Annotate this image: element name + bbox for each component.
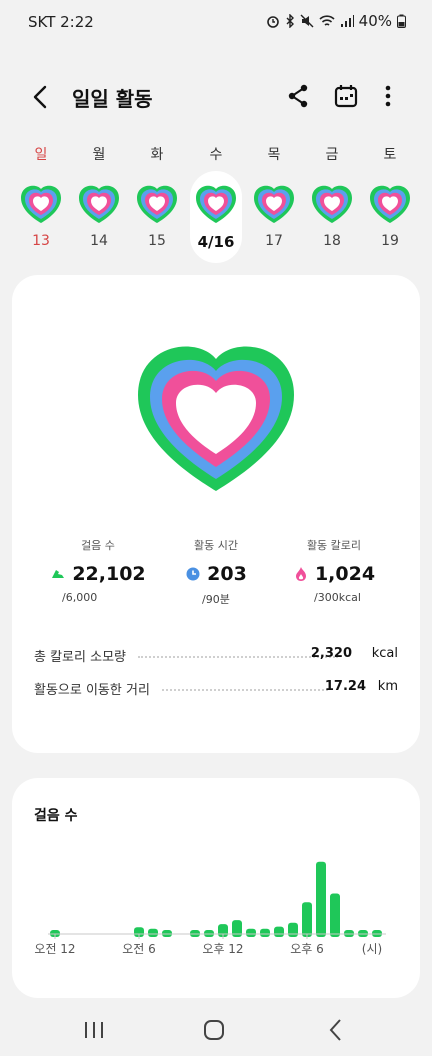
calendar-icon[interactable] [332,82,360,110]
day-1[interactable]: 월 14 [73,140,125,264]
day-0[interactable]: 일 13 [15,140,67,264]
distance-row: 활동으로 이동한 거리 17.24 km [34,679,398,699]
day-name: 목 [267,147,281,163]
total-calories-value: 2,320 [310,646,352,661]
steps-bar-hour-8 [162,929,172,937]
calories-stat[interactable]: 활동 칼로리 1,024 /300kcal [274,537,394,604]
system-nav-bar [0,1004,432,1056]
day-name: 월 [92,147,106,163]
mute-icon [300,14,314,28]
day-name: 화 [150,147,164,163]
clock-icon [186,567,200,581]
day-name: 일 [34,147,48,163]
day-heart-icon [254,185,294,223]
week-selector: 일 13 월 14 화 15 수 4/16 목 17 금 18 토 19 [0,140,432,268]
steps-goal: /6,000 [62,591,98,604]
steps-bar-hour-15 [260,928,270,937]
active-time-label: 활동 시간 [194,539,238,552]
active-time-goal: /90분 [202,593,230,606]
day-heart-icon [312,185,352,223]
x-tick-label: 오전 12 [34,942,75,956]
distance-value: 17.24 [324,679,366,694]
day-date: 18 [323,233,341,249]
back-icon[interactable] [26,82,56,112]
dotted-leader [162,689,328,691]
day-date: 13 [32,233,50,249]
day-name: 금 [325,147,339,163]
nav-back-icon[interactable] [320,1014,352,1046]
day-2[interactable]: 화 15 [131,140,183,264]
x-tick-label: 오전 6 [122,942,156,956]
total-calories-row: 총 칼로리 소모량 2,320 kcal [34,646,398,666]
day-name: 토 [383,147,397,163]
distance-label: 활동으로 이동한 거리 [34,683,150,698]
steps-bar-hour-17 [288,922,298,937]
status-time: SKT 2:22 [28,13,94,31]
signal-icon [340,15,354,27]
day-date: 4/16 [197,233,235,251]
steps-bar-hour-16 [274,926,284,937]
day-date: 19 [381,233,399,249]
day-3[interactable]: 수 4/16 [190,147,242,263]
day-4[interactable]: 목 17 [248,140,300,264]
dotted-leader [138,656,338,658]
more-icon[interactable] [374,82,402,110]
calories-goal: /300kcal [314,591,361,604]
share-icon[interactable] [284,82,312,110]
day-6[interactable]: 토 19 [364,140,416,264]
recent-apps-icon[interactable] [78,1014,110,1046]
steps-label: 걸음 수 [81,539,115,552]
day-heart-icon [79,185,119,223]
activity-summary-card: 걸음 수 22,102 /6,000 활동 시간 203 /90분 활동 칼로리… [12,275,420,753]
day-date: 15 [148,233,166,249]
x-tick-label: (시) [362,942,382,956]
day-5[interactable]: 금 18 [306,140,358,264]
steps-bar-hour-19 [316,861,326,937]
calories-value: 1,024 [314,563,376,585]
home-icon[interactable] [198,1014,230,1046]
activity-rings-heart-icon [138,346,294,491]
x-tick-label: 오후 12 [202,942,243,956]
distance-unit: km [377,679,398,694]
battery-percent: 40% [358,12,392,30]
steps-bar-hour-7 [148,928,158,937]
hourly-steps-chart: 오전 12 오전 6 오후 12 오후 6 (시) [34,861,386,956]
total-calories-label: 총 칼로리 소모량 [34,650,126,665]
steps-value: 22,102 [72,563,146,585]
alarm-icon [266,16,279,28]
app-header: 일일 활동 [0,70,432,122]
steps-bar-hour-20 [330,893,340,937]
day-date: 14 [90,233,108,249]
day-heart-icon [370,185,410,223]
shoe-icon [52,570,65,578]
day-heart-icon [196,185,236,223]
status-bar: SKT 2:22 40% [0,0,432,44]
calories-label: 활동 칼로리 [306,539,362,552]
steps-chart-card[interactable]: 걸음 수 오전 12 오전 6 오후 12 오후 6 (시) [12,778,420,998]
steps-bar-hour-14 [246,928,256,937]
bluetooth-icon [286,14,294,28]
day-date: 17 [265,233,283,249]
steps-bar-hour-18 [302,902,312,937]
battery-icon [397,14,406,28]
total-calories-unit: kcal [371,646,398,661]
page-title: 일일 활동 [72,87,153,111]
day-heart-icon [21,185,61,223]
steps-stat[interactable]: 걸음 수 22,102 /6,000 [38,537,158,604]
wifi-icon [319,15,335,26]
active-time-stat[interactable]: 활동 시간 203 /90분 [156,537,276,607]
flame-icon [295,567,306,581]
day-heart-icon [137,185,177,223]
day-name: 수 [209,147,223,163]
x-tick-label: 오후 6 [290,942,324,956]
status-icons: 40% [266,12,406,30]
active-time-value: 203 [207,563,247,585]
